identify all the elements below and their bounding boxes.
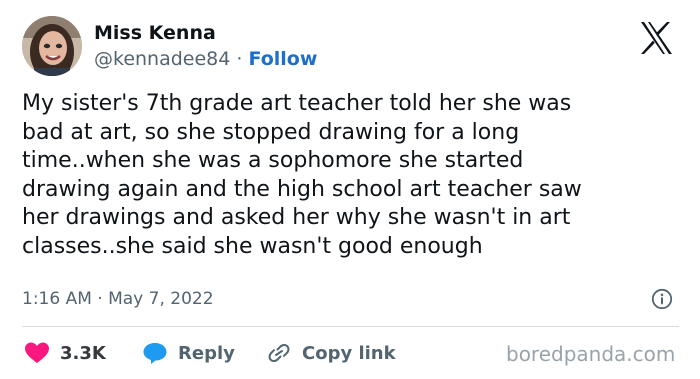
copy-link-button[interactable]: Copy link: [266, 340, 396, 366]
like-count: 3.3K: [60, 342, 106, 364]
info-icon[interactable]: [651, 288, 673, 310]
tweet-text: My sister's 7th grade art teacher told h…: [22, 90, 682, 261]
author-handle[interactable]: @kennadee84: [94, 48, 230, 70]
follow-button[interactable]: Follow: [249, 48, 318, 70]
author-handle-row: @kennadee84 · Follow: [94, 48, 317, 70]
reply-button[interactable]: Reply: [142, 340, 235, 366]
tweet-line: classes..she said she wasn't good enough: [22, 233, 483, 259]
divider: [22, 326, 679, 327]
source-watermark: boredpanda.com: [506, 342, 676, 366]
tweet-line: her drawings and asked her why she wasn'…: [22, 205, 571, 230]
author-name[interactable]: Miss Kenna: [94, 22, 216, 44]
heart-icon: [25, 342, 49, 363]
tweet-line: time..when she was a sophomore she start…: [22, 148, 524, 173]
reply-label: Reply: [178, 342, 235, 364]
copy-link-label: Copy link: [302, 342, 396, 364]
tweet-line: bad at art, so she stopped drawing for a…: [22, 119, 520, 145]
like-button[interactable]: 3.3K: [24, 340, 106, 366]
tweet-timestamp[interactable]: 1:16 AM · May 7, 2022: [22, 289, 214, 309]
x-logo-icon[interactable]: [636, 18, 676, 58]
speech-bubble-icon: [143, 343, 167, 364]
avatar[interactable]: [22, 16, 82, 76]
link-icon: [268, 343, 290, 363]
avatar-image: [22, 16, 82, 76]
handle-separator: ·: [236, 48, 243, 70]
tweet-line: My sister's 7th grade art teacher told h…: [22, 91, 572, 116]
tweet-line: drawing again and the high school art te…: [22, 176, 582, 202]
